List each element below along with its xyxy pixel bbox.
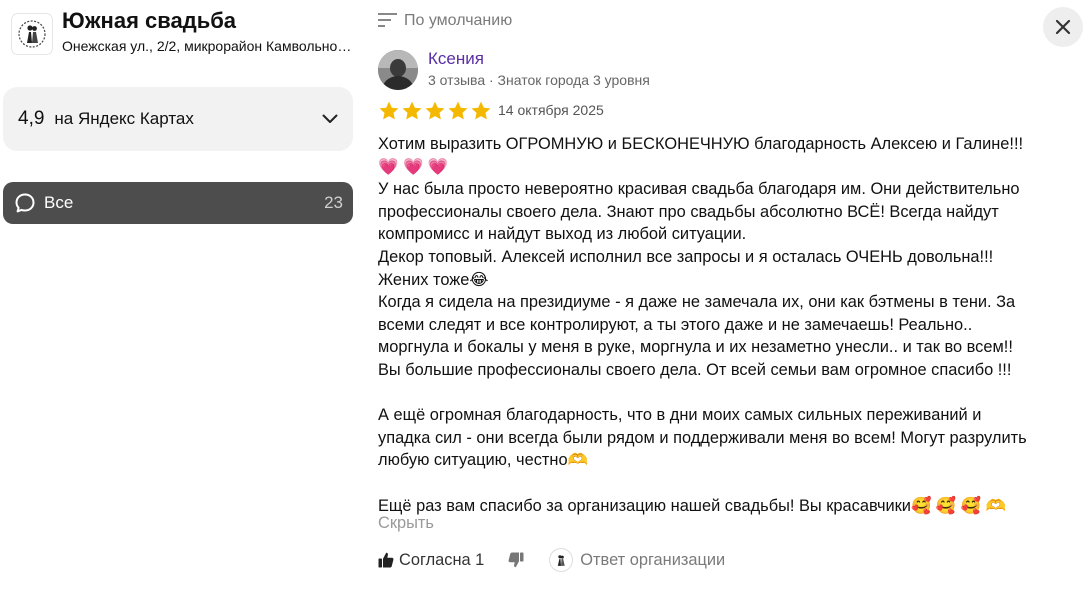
- review-actions: Согласна 1 Ответ организации: [378, 548, 725, 572]
- thumbs-up-icon: [378, 552, 394, 568]
- sort-label: По умолчанию: [404, 12, 513, 29]
- collapse-review-link[interactable]: Скрыть: [378, 514, 434, 533]
- organization-name[interactable]: Южная свадьба: [62, 8, 236, 34]
- like-label: Согласна 1: [399, 550, 485, 569]
- review-author-name[interactable]: Ксения: [428, 49, 484, 69]
- organization-logo: [12, 14, 52, 54]
- dislike-button[interactable]: [508, 552, 524, 568]
- organization-logo-icon: [550, 549, 573, 571]
- organization-address: Онежская ул., 2/2, микрорайон Камвольног…: [62, 38, 354, 54]
- rating-value: 4,9: [18, 108, 45, 129]
- sort-dropdown[interactable]: По умолчанию: [378, 10, 512, 32]
- filter-all-reviews[interactable]: Все 23: [3, 182, 353, 224]
- rating-card[interactable]: 4,9 на Яндекс Картах: [3, 87, 353, 151]
- star-icon: [447, 100, 469, 122]
- close-icon: [1055, 19, 1071, 35]
- star-icon: [424, 100, 446, 122]
- like-button[interactable]: Согласна 1: [378, 551, 484, 570]
- review-stars: [378, 100, 492, 122]
- logo-icon: [18, 20, 46, 48]
- organization-reply-button[interactable]: Ответ организации: [550, 549, 725, 571]
- chevron-down-icon[interactable]: [321, 110, 339, 128]
- chat-bubble-icon: [14, 192, 36, 214]
- close-button[interactable]: [1043, 7, 1083, 47]
- reply-label: Ответ организации: [580, 550, 726, 569]
- thumbs-down-icon: [508, 552, 524, 568]
- filter-label: Все: [44, 193, 74, 212]
- avatar[interactable]: [378, 50, 418, 90]
- review-author-meta: 3 отзыва · Знаток города 3 уровня: [428, 72, 650, 88]
- filter-count: 23: [324, 193, 343, 212]
- rating-source: на Яндекс Картах: [54, 109, 194, 128]
- sort-lines-icon: [378, 13, 398, 29]
- star-icon: [378, 100, 400, 122]
- star-icon: [470, 100, 492, 122]
- star-icon: [401, 100, 423, 122]
- review-date: 14 октября 2025: [498, 102, 604, 118]
- review-text: Хотим выразить ОГРОМНУЮ и БЕСКОНЕЧНУЮ бл…: [378, 135, 1027, 515]
